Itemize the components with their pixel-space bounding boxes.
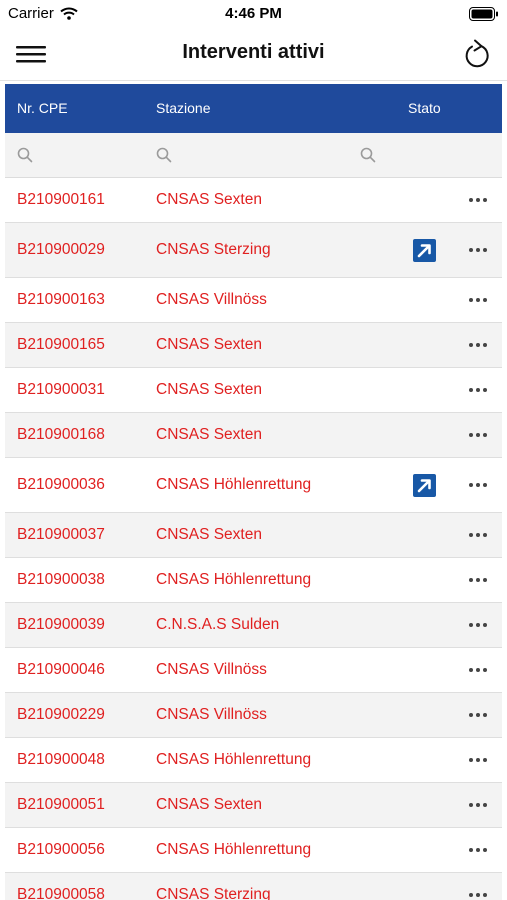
table-row[interactable]: B210900163 CNSAS Villnöss xyxy=(5,278,502,323)
table-row[interactable]: B210900029 CNSAS Sterzing xyxy=(5,223,502,278)
cpe-number: B210900056 xyxy=(17,841,105,858)
more-options-icon[interactable] xyxy=(467,480,489,490)
more-options-icon[interactable] xyxy=(467,245,489,255)
more-options-icon[interactable] xyxy=(467,665,489,675)
open-arrow-icon[interactable] xyxy=(413,474,436,497)
cpe-number: B210900058 xyxy=(17,886,105,900)
table-row[interactable]: B210900051 CNSAS Sexten xyxy=(5,783,502,828)
more-options-icon[interactable] xyxy=(467,195,489,205)
cpe-number: B210900163 xyxy=(17,291,105,308)
station-name: CNSAS Sexten xyxy=(156,191,262,208)
station-name: CNSAS Sexten xyxy=(156,426,262,443)
more-options-icon[interactable] xyxy=(467,710,489,720)
station-name: CNSAS Villnöss xyxy=(156,706,267,723)
cpe-number: B210900051 xyxy=(17,796,105,813)
column-header-stazione[interactable]: Stazione xyxy=(156,100,210,116)
filter-row xyxy=(5,133,502,178)
table-row[interactable]: B210900038 CNSAS Höhlenrettung xyxy=(5,558,502,603)
cpe-number: B210900165 xyxy=(17,336,105,353)
more-options-icon[interactable] xyxy=(467,800,489,810)
refresh-icon[interactable] xyxy=(461,37,493,71)
station-name: CNSAS Sexten xyxy=(156,336,262,353)
cpe-number: B210900039 xyxy=(17,616,105,633)
table-row[interactable]: B210900229 CNSAS Villnöss xyxy=(5,693,502,738)
cpe-number: B210900029 xyxy=(17,241,105,258)
station-name: CNSAS Sterzing xyxy=(156,241,271,258)
station-name: CNSAS Höhlenrettung xyxy=(156,841,312,858)
cpe-number: B210900031 xyxy=(17,381,105,398)
more-options-icon[interactable] xyxy=(467,430,489,440)
more-options-icon[interactable] xyxy=(467,340,489,350)
table-row[interactable]: B210900056 CNSAS Höhlenrettung xyxy=(5,828,502,873)
cpe-number: B210900048 xyxy=(17,751,105,768)
open-arrow-icon[interactable] xyxy=(413,239,436,262)
column-header-stato[interactable]: Stato xyxy=(408,100,441,116)
station-name: C.N.S.A.S Sulden xyxy=(156,616,280,633)
clock: 4:46 PM xyxy=(225,5,282,22)
more-options-icon[interactable] xyxy=(467,845,489,855)
cpe-number: B210900037 xyxy=(17,526,105,543)
table-row[interactable]: B210900168 CNSAS Sexten xyxy=(5,413,502,458)
table-row[interactable]: B210900036 CNSAS Höhlenrettung xyxy=(5,458,502,513)
table-row[interactable]: B210900046 CNSAS Villnöss xyxy=(5,648,502,693)
more-options-icon[interactable] xyxy=(467,575,489,585)
table-row[interactable]: B210900037 CNSAS Sexten xyxy=(5,513,502,558)
search-icon[interactable] xyxy=(156,147,172,163)
station-name: CNSAS Sexten xyxy=(156,381,262,398)
battery-icon xyxy=(469,7,498,21)
table-row[interactable]: B210900058 CNSAS Sterzing xyxy=(5,873,502,900)
station-name: CNSAS Sexten xyxy=(156,526,262,543)
station-name: CNSAS Höhlenrettung xyxy=(156,751,312,768)
grid-header: Nr. CPE Stazione Stato xyxy=(5,84,502,133)
status-bar: Carrier 4:46 PM xyxy=(0,0,507,28)
table-row[interactable]: B210900031 CNSAS Sexten xyxy=(5,368,502,413)
cpe-number: B210900161 xyxy=(17,191,105,208)
interventions-grid: Nr. CPE Stazione Stato B210900161 CNSAS S… xyxy=(5,84,502,900)
more-options-icon[interactable] xyxy=(467,385,489,395)
search-icon[interactable] xyxy=(17,147,33,163)
more-options-icon[interactable] xyxy=(467,530,489,540)
cpe-number: B210900036 xyxy=(17,476,105,493)
station-name: CNSAS Sexten xyxy=(156,796,262,813)
station-name: CNSAS Villnöss xyxy=(156,291,267,308)
table-row[interactable]: B210900161 CNSAS Sexten xyxy=(5,178,502,223)
grid-body: B210900161 CNSAS Sexten B210900029 CNSAS St… xyxy=(5,178,502,900)
column-header-cpe[interactable]: Nr. CPE xyxy=(17,100,68,116)
cpe-number: B210900046 xyxy=(17,661,105,678)
more-options-icon[interactable] xyxy=(467,890,489,900)
table-row[interactable]: B210900165 CNSAS Sexten xyxy=(5,323,502,368)
more-options-icon[interactable] xyxy=(467,295,489,305)
cpe-number: B210900038 xyxy=(17,571,105,588)
more-options-icon[interactable] xyxy=(467,620,489,630)
station-name: CNSAS Sterzing xyxy=(156,886,271,900)
table-row[interactable]: B210900039 C.N.S.A.S Sulden xyxy=(5,603,502,648)
station-name: CNSAS Villnöss xyxy=(156,661,267,678)
station-name: CNSAS Höhlenrettung xyxy=(156,476,312,493)
cpe-number: B210900168 xyxy=(17,426,105,443)
page-title: Interventi attivi xyxy=(182,41,325,63)
table-row[interactable]: B210900048 CNSAS Höhlenrettung xyxy=(5,738,502,783)
cpe-number: B210900229 xyxy=(17,706,105,723)
more-options-icon[interactable] xyxy=(467,755,489,765)
search-icon[interactable] xyxy=(360,147,376,163)
navigation-bar: Interventi attivi xyxy=(0,28,507,81)
station-name: CNSAS Höhlenrettung xyxy=(156,571,312,588)
